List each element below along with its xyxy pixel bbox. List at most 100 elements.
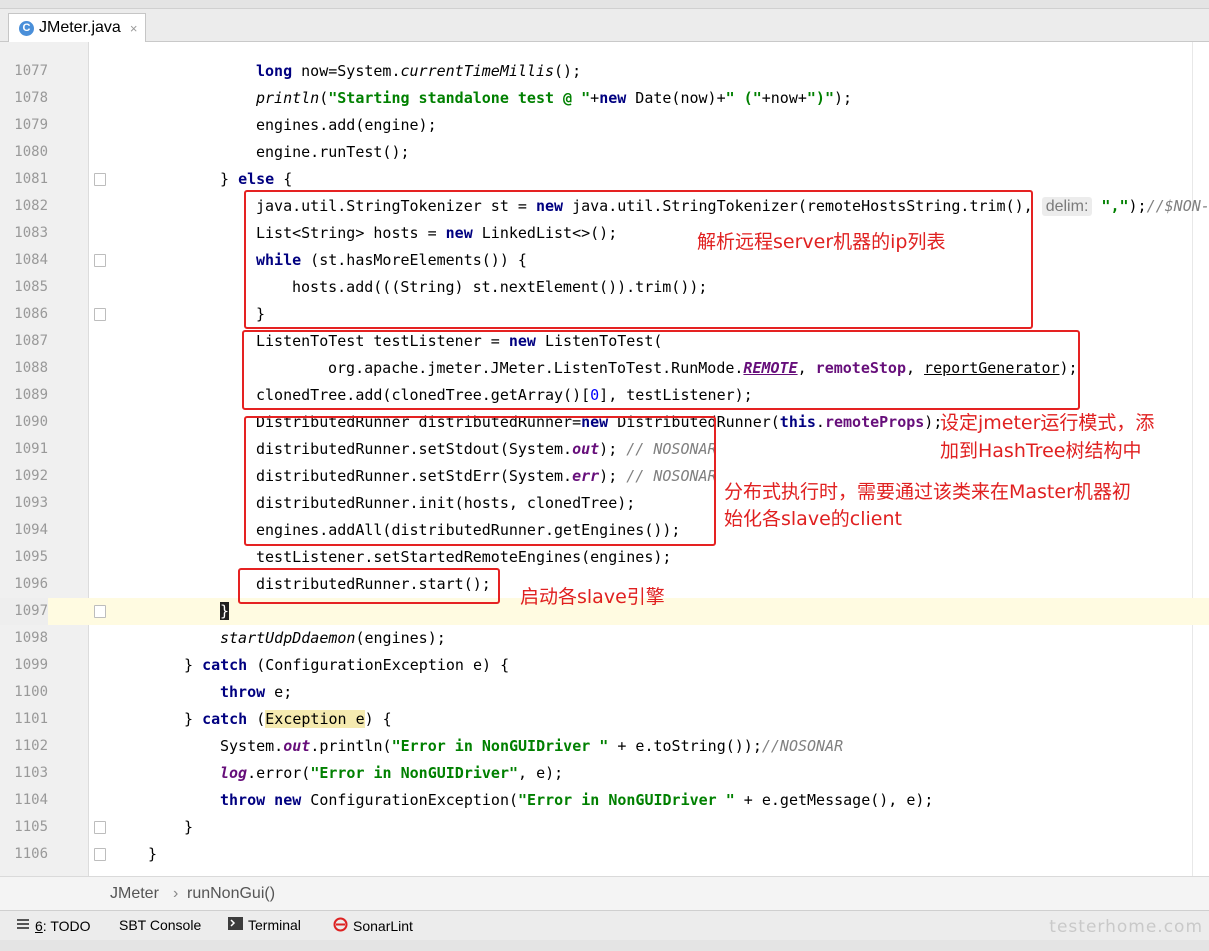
- fold-toggle-icon[interactable]: [94, 605, 106, 618]
- fold-toggle-icon[interactable]: [94, 308, 106, 321]
- line-number: 1078: [14, 90, 48, 106]
- line-number: 1085: [14, 279, 48, 295]
- sonarlint-label: SonarLint: [353, 918, 413, 934]
- fold-toggle-icon[interactable]: [94, 848, 106, 861]
- tool-window-bar: 6: TODO SBT Console Terminal SonarLint: [0, 910, 1209, 940]
- code-text: println("Starting standalone test @ "+ne…: [256, 89, 853, 107]
- sonarlint-icon: [333, 917, 348, 935]
- code-text: }: [220, 602, 230, 620]
- breadcrumb-separator: ›: [173, 885, 179, 902]
- code-text: testListener.setStartedRemoteEngines(eng…: [256, 548, 672, 566]
- annotation-distributed-line2: 始化各slave的client: [724, 508, 902, 530]
- code-line: 1103 log.error("Error in NonGUIDriver", …: [0, 760, 1209, 787]
- code-text: } else {: [220, 170, 293, 188]
- line-number: 1082: [14, 198, 48, 214]
- sbt-console-label: SBT Console: [119, 917, 202, 933]
- line-number: 1088: [14, 360, 48, 376]
- code-line: 1079 engines.add(engine);: [0, 112, 1209, 139]
- code-text: }: [148, 845, 158, 863]
- line-number: 1103: [14, 765, 48, 781]
- terminal-icon: [228, 917, 243, 933]
- annotation-run-mode-line2: 加到HashTree树结构中: [940, 440, 1142, 462]
- watermark: testerhome.com: [1049, 917, 1203, 937]
- line-number: 1089: [14, 387, 48, 403]
- code-text: }: [184, 818, 194, 836]
- code-text: long now=System.currentTimeMillis();: [256, 62, 582, 80]
- line-number: 1081: [14, 171, 48, 187]
- code-line: 1106 }: [0, 841, 1209, 868]
- code-text: engines.add(engine);: [256, 116, 437, 134]
- code-text: System.out.println("Error in NonGUIDrive…: [220, 737, 844, 755]
- code-line: 1077 long now=System.currentTimeMillis()…: [0, 58, 1209, 85]
- line-number: 1104: [14, 792, 48, 808]
- line-number: 1102: [14, 738, 48, 754]
- line-number: 1080: [14, 144, 48, 160]
- line-number: 1105: [14, 819, 48, 835]
- line-number: 1098: [14, 630, 48, 646]
- line-number: 1106: [14, 846, 48, 862]
- fold-toggle-icon[interactable]: [94, 173, 106, 186]
- parameter-hint: delim:: [1041, 197, 1093, 216]
- line-number: 1100: [14, 684, 48, 700]
- close-icon[interactable]: ×: [130, 21, 138, 36]
- toolwindow-terminal[interactable]: Terminal: [228, 917, 301, 933]
- code-line: 1099 } catch (ConfigurationException e) …: [0, 652, 1209, 679]
- annotation-box-listener: [242, 330, 1080, 410]
- line-number: 1077: [14, 63, 48, 79]
- code-line: 1100 throw e;: [0, 679, 1209, 706]
- breadcrumb: JMeter › runNonGui(): [0, 876, 1209, 911]
- tab-label: JMeter.java: [39, 19, 121, 36]
- code-line: 1104 throw new ConfigurationException("E…: [0, 787, 1209, 814]
- line-number: 1093: [14, 495, 48, 511]
- todo-icon: [16, 917, 30, 934]
- tab-jmeter-java[interactable]: C JMeter.java ×: [8, 13, 147, 42]
- line-number: 1096: [14, 576, 48, 592]
- code-text: engine.runTest();: [256, 143, 410, 161]
- toolwindow-sonarlint[interactable]: SonarLint: [333, 917, 413, 935]
- annotation-run-mode-line1: 设定jmeter运行模式，添: [940, 412, 1155, 434]
- todo-label: : TODO: [42, 917, 91, 934]
- line-number: 1090: [14, 414, 48, 430]
- window-title-strip: [0, 0, 1209, 9]
- code-line: 1081 } else {: [0, 166, 1209, 193]
- line-number: 1094: [14, 522, 48, 538]
- line-number: 1083: [14, 225, 48, 241]
- code-line: 1098 startUdpDdaemon(engines);: [0, 625, 1209, 652]
- editor-tab-bar: C JMeter.java ×: [0, 9, 1209, 42]
- status-bar-strip: [0, 940, 1209, 951]
- line-number: 1079: [14, 117, 48, 133]
- code-editor[interactable]: 1077 long now=System.currentTimeMillis()…: [0, 42, 1209, 876]
- toolwindow-todo[interactable]: 6: TODO: [16, 917, 91, 934]
- fold-toggle-icon[interactable]: [94, 254, 106, 267]
- java-class-icon: C: [19, 20, 34, 36]
- code-line: 1101 } catch (Exception e) {: [0, 706, 1209, 733]
- line-number: 1084: [14, 252, 48, 268]
- annotation-box-distributed-runner: [244, 416, 716, 546]
- terminal-label: Terminal: [248, 917, 301, 933]
- code-line: 1078 println("Starting standalone test @…: [0, 85, 1209, 112]
- code-text: } catch (ConfigurationException e) {: [184, 656, 510, 674]
- code-text: log.error("Error in NonGUIDriver", e);: [220, 764, 564, 782]
- code-line: 1102 System.out.println("Error in NonGUI…: [0, 733, 1209, 760]
- code-line: 1080 engine.runTest();: [0, 139, 1209, 166]
- code-text: throw e;: [220, 683, 293, 701]
- code-text: } catch (Exception e) {: [184, 710, 392, 728]
- code-line: 1095 testListener.setStartedRemoteEngine…: [0, 544, 1209, 571]
- todo-shortcut: 6: [35, 917, 43, 934]
- breadcrumb-method[interactable]: runNonGui(): [187, 885, 275, 903]
- line-number: 1087: [14, 333, 48, 349]
- code-text: throw new ConfigurationException("Error …: [220, 791, 934, 809]
- toolwindow-sbt-console[interactable]: SBT Console: [119, 917, 201, 933]
- fold-toggle-icon[interactable]: [94, 821, 106, 834]
- annotation-distributed-line1: 分布式执行时，需要通过该类来在Master机器初: [724, 481, 1131, 503]
- annotation-box-start: [238, 568, 500, 604]
- line-number: 1099: [14, 657, 48, 673]
- line-number: 1092: [14, 468, 48, 484]
- line-number: 1101: [14, 711, 48, 727]
- line-number: 1091: [14, 441, 48, 457]
- breadcrumb-class[interactable]: JMeter: [110, 885, 159, 903]
- annotation-box-hosts: [244, 190, 1033, 329]
- annotation-start-engines: 启动各slave引擎: [520, 586, 665, 608]
- code-text: startUdpDdaemon(engines);: [220, 629, 446, 647]
- line-number: 1086: [14, 306, 48, 322]
